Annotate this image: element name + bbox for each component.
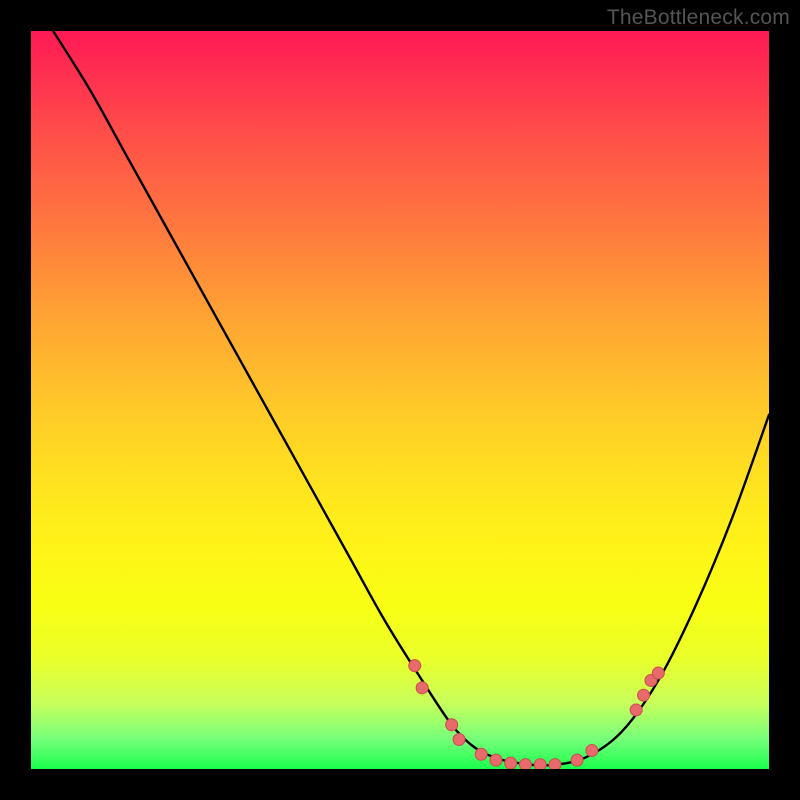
marker-point: [652, 667, 664, 679]
marker-point: [446, 719, 458, 731]
marker-point: [549, 759, 561, 769]
marker-point: [519, 759, 531, 769]
marker-point: [630, 704, 642, 716]
marker-point: [490, 754, 502, 766]
marker-point: [453, 733, 465, 745]
marker-point: [505, 757, 517, 769]
marker-point: [571, 754, 583, 766]
marker-point: [586, 745, 598, 757]
marker-point: [409, 660, 421, 672]
marker-point: [534, 759, 546, 769]
marker-point: [416, 682, 428, 694]
watermark-label: TheBottleneck.com: [607, 6, 790, 30]
marker-point: [475, 748, 487, 760]
marker-point: [638, 689, 650, 701]
markers-layer: [31, 31, 769, 769]
chart-container: TheBottleneck.com: [0, 0, 800, 800]
